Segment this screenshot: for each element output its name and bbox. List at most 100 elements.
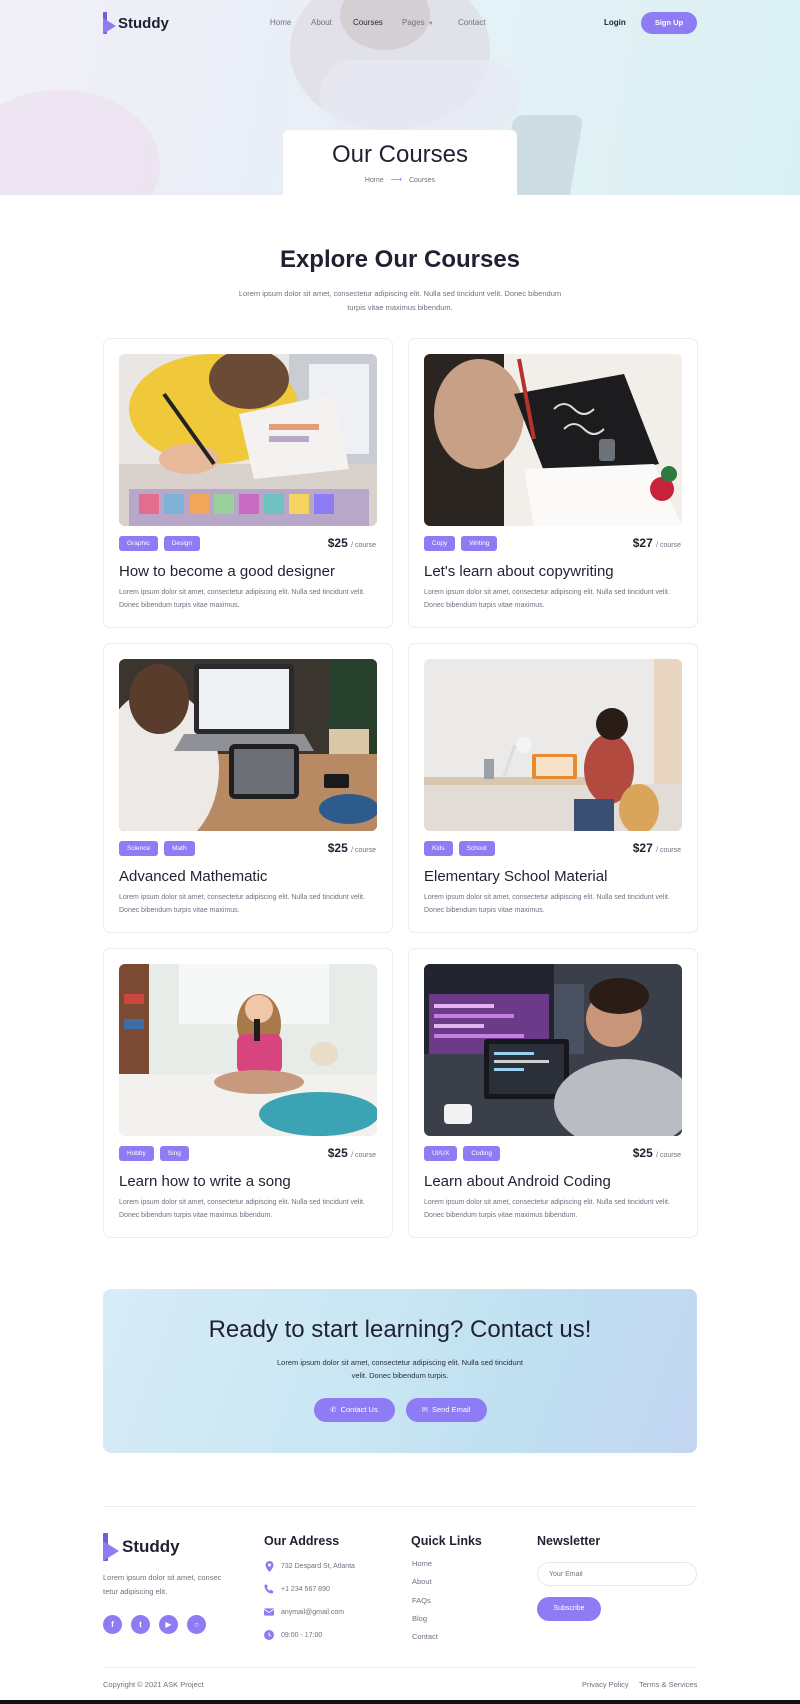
course-tag[interactable]: Graphic: [119, 536, 158, 551]
course-title[interactable]: How to become a good designer: [119, 563, 335, 580]
phone-icon: [264, 1584, 274, 1594]
brand-name: Studdy: [118, 14, 169, 32]
course-card[interactable]: Copy Writing $27 / course Let's learn ab…: [408, 338, 698, 628]
nav-link-about[interactable]: About: [311, 18, 353, 27]
instagram-icon[interactable]: ○: [187, 1615, 206, 1634]
envelope-icon: [264, 1607, 274, 1617]
course-title[interactable]: Let's learn about copywriting: [424, 563, 614, 580]
address-heading: Our Address: [264, 1534, 340, 1548]
course-title[interactable]: Elementary School Material: [424, 868, 607, 885]
clock-icon: [264, 1630, 274, 1640]
contact-us-button[interactable]: ✆ Contact Us: [313, 1398, 395, 1422]
course-image: [119, 354, 377, 526]
course-tag[interactable]: Sing: [159, 1146, 189, 1161]
nav-link-pages-label: Pages: [402, 18, 425, 27]
footer-link-home[interactable]: Home: [412, 1559, 432, 1568]
address-email[interactable]: anymail@gmail.com: [264, 1607, 344, 1617]
course-card[interactable]: Graphic Design $25 / course How to becom…: [103, 338, 393, 628]
price-unit: / course: [656, 847, 681, 854]
course-image: [424, 354, 682, 526]
nav-link-contact[interactable]: Contact: [458, 18, 486, 27]
brand-name: Studdy: [122, 1537, 180, 1556]
breadcrumb: Home ⟶ Courses: [283, 175, 517, 184]
nav-links: Home About Courses Pages ▼ Contact: [270, 18, 486, 27]
course-title[interactable]: Learn about Android Coding: [424, 1173, 611, 1190]
course-tag[interactable]: UI/UX: [424, 1146, 458, 1161]
copyright-text: Copyright © 2021 ASK Project: [103, 1680, 204, 1689]
login-link[interactable]: Login: [604, 18, 626, 27]
course-description: Lorem ipsum dolor sit amet, consectetur …: [119, 894, 365, 914]
street-text: 732 Despard St, Atlanta: [281, 1562, 355, 1570]
facebook-icon[interactable]: f: [103, 1615, 122, 1634]
footer-link-blog[interactable]: Blog: [412, 1614, 427, 1623]
course-image: [424, 964, 682, 1136]
price-unit: / course: [656, 542, 681, 549]
subscribe-button[interactable]: Subscribe: [537, 1597, 601, 1621]
nav-link-courses[interactable]: Courses: [353, 18, 402, 27]
brand-logo[interactable]: Studdy: [103, 12, 169, 34]
logo-mark-icon: [103, 12, 116, 34]
envelope-icon: ✉: [421, 1405, 428, 1414]
course-image: [119, 659, 377, 831]
price-value: $25: [327, 841, 348, 855]
footer-link-contact[interactable]: Contact: [412, 1632, 438, 1641]
section-title: Explore Our Courses: [279, 246, 521, 273]
course-description: Lorem ipsum dolor sit amet, consectetur …: [119, 1199, 365, 1219]
course-tag[interactable]: Coding: [463, 1146, 500, 1161]
course-tag[interactable]: Hobby: [119, 1146, 154, 1161]
quick-links-heading: Quick Links: [411, 1534, 482, 1548]
course-price: $27 / course: [633, 536, 681, 550]
course-tags: Graphic Design: [119, 536, 200, 551]
phone-icon: ✆: [330, 1405, 337, 1414]
course-price: $25 / course: [328, 1146, 376, 1160]
footer-bottom-divider: [103, 1667, 697, 1668]
phone-text: +1 234 567 890: [281, 1585, 330, 1593]
footer-link-faqs[interactable]: FAQs: [412, 1596, 431, 1605]
youtube-icon[interactable]: ▶: [159, 1615, 178, 1634]
course-image: [119, 964, 377, 1136]
cta-text: Lorem ipsum dolor sit amet, consectetur …: [277, 1358, 523, 1380]
nav-link-home[interactable]: Home: [270, 18, 311, 27]
breadcrumb-home[interactable]: Home: [365, 177, 384, 184]
address-phone[interactable]: +1 234 567 890: [264, 1584, 330, 1594]
footer-logo[interactable]: Studdy: [103, 1533, 180, 1561]
course-tags: Copy Writing: [424, 536, 498, 551]
course-tag[interactable]: Math: [164, 841, 195, 856]
course-title[interactable]: Advanced Mathematic: [119, 868, 267, 885]
course-card[interactable]: Science Math $25 / course Advanced Mathe…: [103, 643, 393, 933]
course-description: Lorem ipsum dolor sit amet, consectetur …: [119, 589, 365, 609]
course-card[interactable]: Hobby Sing $25 / course Learn how to wri…: [103, 948, 393, 1238]
terms-link[interactable]: Terms & Services: [639, 1680, 697, 1689]
price-value: $25: [632, 1146, 653, 1160]
send-email-button[interactable]: ✉ Send Email: [405, 1398, 487, 1422]
course-tags: Kids School: [424, 841, 495, 856]
privacy-policy-link[interactable]: Privacy Policy: [582, 1680, 629, 1689]
course-tag[interactable]: School: [458, 841, 495, 856]
course-tag[interactable]: Design: [163, 536, 200, 551]
course-tags: Science Math: [119, 841, 195, 856]
course-price: $25 / course: [328, 841, 376, 855]
nav-link-pages[interactable]: Pages ▼: [402, 18, 458, 27]
course-tag[interactable]: Copy: [424, 536, 456, 551]
cta-title: Ready to start learning? Contact us!: [208, 1316, 592, 1343]
hero-photo-shape: [0, 90, 160, 195]
price-unit: / course: [351, 1152, 376, 1159]
page-title: Our Courses: [331, 141, 469, 168]
course-tag[interactable]: Science: [119, 841, 159, 856]
footer-link-about[interactable]: About: [412, 1577, 432, 1586]
course-card[interactable]: Kids School $27 / course Elementary Scho…: [408, 643, 698, 933]
signup-button[interactable]: Sign Up: [641, 12, 697, 34]
course-tag[interactable]: Kids: [424, 841, 453, 856]
map-pin-icon: [264, 1560, 274, 1572]
course-card[interactable]: UI/UX Coding $25 / course Learn about An…: [408, 948, 698, 1238]
course-price: $25 / course: [633, 1146, 681, 1160]
price-value: $25: [327, 536, 348, 550]
twitter-icon[interactable]: t: [131, 1615, 150, 1634]
newsletter-email-input[interactable]: [537, 1562, 697, 1586]
course-tag[interactable]: Writing: [461, 536, 498, 551]
contact-cta: Ready to start learning? Contact us! Lor…: [103, 1289, 697, 1453]
price-unit: / course: [656, 1152, 681, 1159]
course-title[interactable]: Learn how to write a song: [119, 1173, 291, 1190]
chevron-down-icon: ▼: [427, 21, 434, 27]
email-text: anymail@gmail.com: [281, 1608, 345, 1616]
